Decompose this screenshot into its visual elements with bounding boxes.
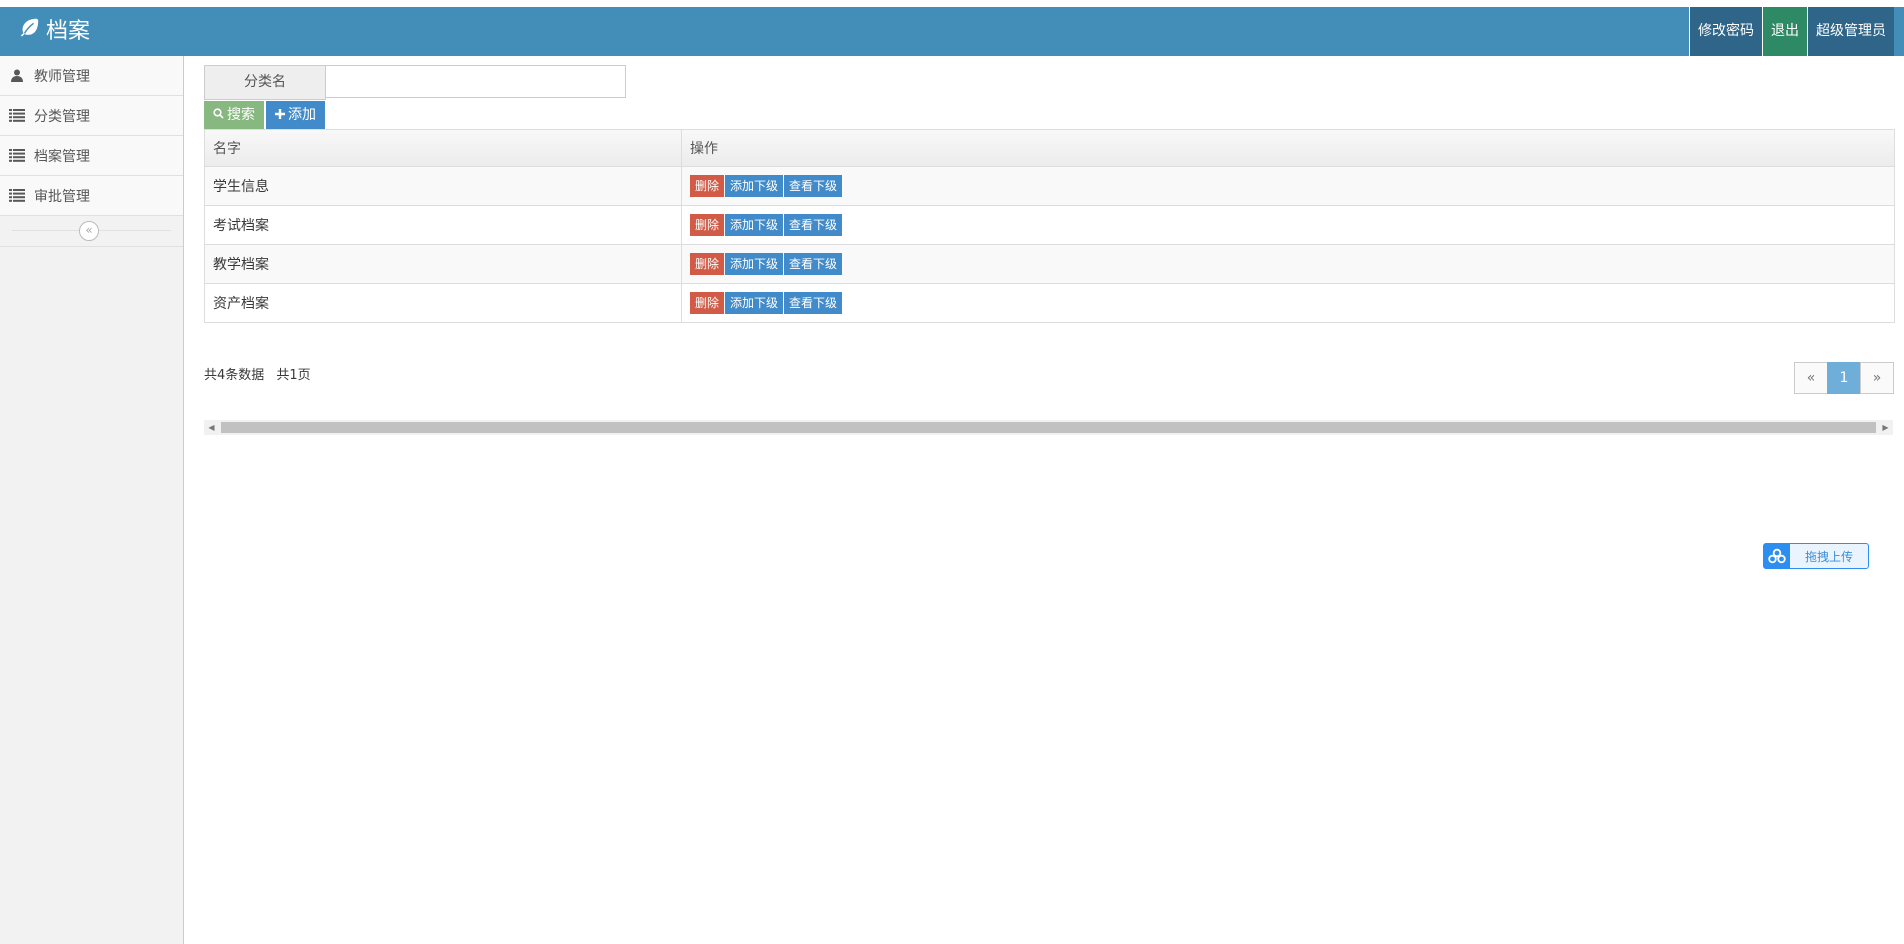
column-header-name: 名字: [205, 130, 682, 167]
add-child-button[interactable]: 添加下级: [725, 253, 784, 275]
row-name: 资产档案: [205, 283, 682, 322]
list-icon: [8, 108, 26, 124]
table-row: 资产档案 删除 添加下级 查看下级: [205, 283, 1894, 322]
user-icon: [8, 68, 26, 84]
pagination-summary: 共4条数据 共1页: [204, 368, 311, 383]
view-child-button[interactable]: 查看下级: [784, 175, 843, 197]
table-row: 考试档案 删除 添加下级 查看下级: [205, 205, 1894, 245]
add-child-button[interactable]: 添加下级: [725, 214, 784, 236]
plus-icon: [275, 101, 285, 129]
search-icon: [213, 101, 224, 129]
delete-button[interactable]: 删除: [690, 214, 725, 236]
table-row: 学生信息 删除 添加下级 查看下级: [205, 166, 1894, 206]
user-role-button[interactable]: 超级管理员: [1807, 7, 1894, 56]
upload-label: 拖拽上传: [1804, 549, 1853, 564]
sidebar-collapse-row: «: [0, 216, 183, 247]
search-button-label: 搜索: [227, 107, 255, 123]
add-button-label: 添加: [288, 107, 316, 123]
upload-icon: [1764, 544, 1790, 568]
table-row: 教学档案 删除 添加下级 查看下级: [205, 244, 1894, 284]
sidebar-item-categories[interactable]: 分类管理: [0, 96, 183, 136]
leaf-icon: [18, 7, 40, 56]
sidebar-item-approvals[interactable]: 审批管理: [0, 176, 183, 216]
view-child-button[interactable]: 查看下级: [784, 214, 843, 236]
sidebar-item-label: 分类管理: [34, 108, 90, 125]
list-icon: [8, 148, 26, 164]
horizontal-scrollbar[interactable]: ◀ ▶: [204, 420, 1893, 435]
top-navbar: 档案 修改密码 退出 超级管理员: [0, 7, 1904, 56]
next-page-button[interactable]: »: [1860, 362, 1894, 394]
logout-button[interactable]: 退出: [1762, 7, 1807, 56]
sidebar: 教师管理 分类管理 档案管理 审批管理 «: [0, 56, 184, 944]
prev-page-button[interactable]: «: [1794, 362, 1828, 394]
drag-upload-widget[interactable]: 拖拽上传: [1763, 543, 1869, 569]
scroll-left-icon[interactable]: ◀: [204, 420, 219, 435]
view-child-button[interactable]: 查看下级: [784, 292, 843, 314]
brand-title: 档案: [46, 19, 91, 44]
row-actions: 删除 添加下级 查看下级: [681, 244, 1894, 284]
pagination: « 1 »: [1794, 362, 1894, 394]
row-actions: 删除 添加下级 查看下级: [681, 166, 1894, 206]
top-actions: 修改密码 退出 超级管理员: [1689, 7, 1894, 56]
add-child-button[interactable]: 添加下级: [725, 175, 784, 197]
category-name-input[interactable]: [326, 65, 626, 98]
row-actions: 删除 添加下级 查看下级: [681, 205, 1894, 245]
column-header-actions: 操作: [681, 130, 1894, 167]
category-name-label: 分类名: [204, 65, 326, 100]
page-button-current[interactable]: 1: [1827, 362, 1861, 394]
row-name: 考试档案: [205, 205, 682, 245]
delete-button[interactable]: 删除: [690, 253, 725, 275]
sidebar-item-archives[interactable]: 档案管理: [0, 136, 183, 176]
search-buttons: 搜索 添加: [204, 101, 325, 129]
view-child-button[interactable]: 查看下级: [784, 253, 843, 275]
row-actions: 删除 添加下级 查看下级: [681, 283, 1894, 322]
table-header-row: 名字 操作: [205, 130, 1894, 167]
sidebar-item-label: 教师管理: [34, 68, 90, 85]
sidebar-item-teachers[interactable]: 教师管理: [0, 56, 183, 96]
category-table: 名字 操作 学生信息 删除 添加下级 查看下级 考试档案 删除 添加下级 查看下…: [204, 129, 1895, 323]
search-button[interactable]: 搜索: [204, 101, 264, 129]
row-name: 学生信息: [205, 166, 682, 206]
sidebar-item-label: 审批管理: [34, 188, 90, 205]
add-child-button[interactable]: 添加下级: [725, 292, 784, 314]
collapse-sidebar-icon[interactable]: «: [79, 221, 99, 241]
row-name: 教学档案: [205, 244, 682, 284]
sidebar-item-label: 档案管理: [34, 148, 90, 165]
add-button[interactable]: 添加: [266, 101, 325, 129]
list-icon: [8, 188, 26, 204]
search-form: 分类名: [204, 65, 626, 100]
delete-button[interactable]: 删除: [690, 175, 725, 197]
brand[interactable]: 档案: [18, 7, 90, 56]
change-password-button[interactable]: 修改密码: [1689, 7, 1762, 56]
scrollbar-thumb[interactable]: [221, 422, 1876, 433]
delete-button[interactable]: 删除: [690, 292, 725, 314]
scroll-right-icon[interactable]: ▶: [1878, 420, 1893, 435]
